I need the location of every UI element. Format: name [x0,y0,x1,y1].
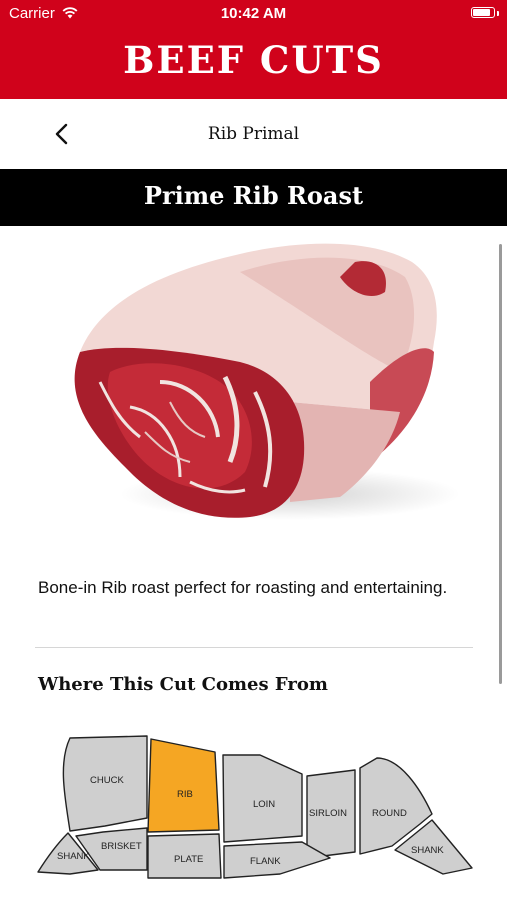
map-label-sirloin: SIRLOIN [309,808,347,819]
app-title: BEEF CUTS [123,38,384,82]
section-heading: Where This Cut Comes From [38,674,328,695]
map-label-flank: FLANK [250,856,281,867]
cut-title: Prime Rib Roast [143,181,364,210]
map-region-rib[interactable] [147,738,220,833]
map-label-chuck: CHUCK [90,775,124,786]
cow-cut-map: CHUCK RIB LOIN SIRLOIN ROUND BRISKET PLA… [30,728,480,883]
map-label-shank-front: SHANK [57,851,90,862]
battery-tip [497,11,499,16]
map-label-loin: LOIN [253,799,275,810]
cut-photo [40,232,460,532]
map-label-plate: PLATE [174,854,203,865]
nav-title: Rib Primal [207,124,300,144]
clock: 10:42 AM [220,5,287,22]
map-label-shank-rear: SHANK [411,845,444,856]
scrollbar[interactable] [499,244,502,684]
status-bar: Carrier 10:42 AM [0,0,507,28]
divider [35,647,473,648]
map-label-round: ROUND [372,808,407,819]
cut-description: Bone-in Rib roast perfect for roasting a… [38,578,448,597]
map-label-brisket: BRISKET [101,841,142,852]
battery-icon [471,7,495,18]
map-label-rib: RIB [177,789,193,800]
